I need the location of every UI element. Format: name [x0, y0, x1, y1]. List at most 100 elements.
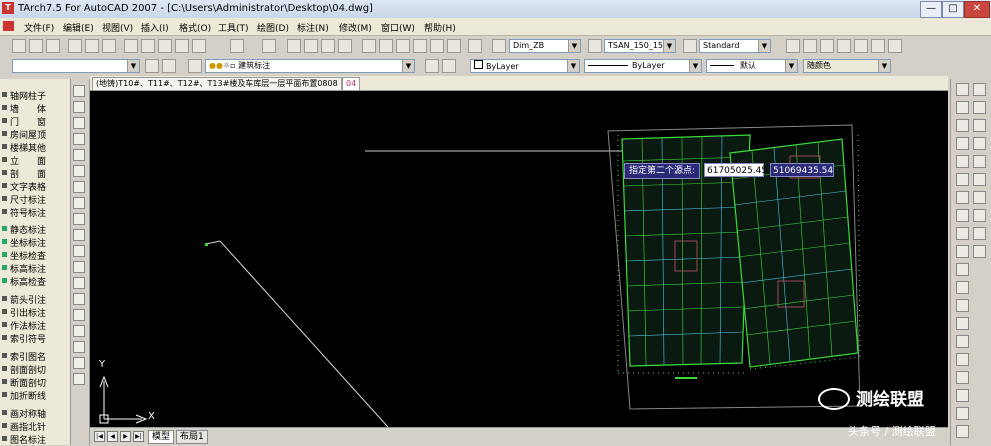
quick-dim-icon[interactable] — [973, 209, 986, 222]
panel-item-arrow-leader[interactable]: 箭头引注 — [0, 293, 70, 306]
dim-baseline-icon[interactable] — [973, 227, 986, 240]
zoom-window-icon[interactable] — [321, 39, 335, 53]
copy-icon[interactable] — [141, 39, 155, 53]
tab-04[interactable]: 04 — [342, 77, 361, 90]
panel-item-coordinate-label[interactable]: 坐标标注 — [0, 236, 70, 249]
multiline-text-icon[interactable] — [73, 373, 85, 385]
panel-item-elevation-label[interactable]: 标高标注 — [0, 262, 70, 275]
menu-format[interactable]: 格式(O) — [179, 21, 211, 34]
polygon-icon[interactable] — [73, 133, 85, 145]
tab-layout1[interactable]: 布局1 — [176, 430, 208, 444]
dim-style-select[interactable]: Dim_ZB ▼ — [509, 39, 581, 53]
panel-item-north-arrow[interactable]: 画指北针 — [0, 420, 70, 433]
dim-angular-icon[interactable] — [973, 191, 986, 204]
close-button[interactable]: ✕ — [964, 1, 990, 18]
minimize-button[interactable]: — — [920, 1, 942, 18]
panel-item-wall[interactable]: 墙 体 — [0, 102, 70, 115]
drawing-canvas[interactable]: Y X 指定第二个源点: 61705025.45 51069435.54 — [90, 91, 948, 427]
sheet-set-icon[interactable] — [413, 39, 427, 53]
tool-palette-icon[interactable] — [396, 39, 410, 53]
new-icon[interactable] — [12, 39, 26, 53]
text-style-select[interactable]: TSAN_150_150 ▼ — [604, 39, 676, 53]
panel-item-index-symbol[interactable]: 索引符号 — [0, 332, 70, 345]
linetype-select[interactable]: ByLayer ▼ — [584, 59, 702, 73]
next-layout-button[interactable]: ▶ — [120, 431, 131, 442]
table-icon[interactable] — [73, 357, 85, 369]
dim-radius-icon[interactable] — [973, 155, 986, 168]
mirror-icon[interactable] — [956, 119, 969, 132]
panel-item-text-table[interactable]: 文字表格 — [0, 180, 70, 193]
break-icon[interactable] — [956, 281, 969, 294]
calculator-icon[interactable] — [447, 39, 461, 53]
spline-icon[interactable] — [73, 213, 85, 225]
panel-item-elevation-check[interactable]: 标高检查 — [0, 275, 70, 288]
tab-model[interactable]: 模型 — [148, 430, 175, 444]
panel-item-axis[interactable]: 轴网柱子 — [0, 89, 70, 102]
text-style-icon[interactable] — [492, 39, 506, 53]
dim-ordinate-icon[interactable] — [973, 137, 986, 150]
panel-item-door[interactable]: 门 窗 — [0, 115, 70, 128]
paste-icon[interactable] — [158, 39, 172, 53]
menu-view[interactable]: 视图(V) — [102, 21, 133, 34]
menu-modify[interactable]: 修改(M) — [339, 21, 372, 34]
panel-item-coordinate-check[interactable]: 坐标检查 — [0, 249, 70, 262]
revision-cloud-icon[interactable] — [73, 197, 85, 209]
panel-item-dimension[interactable]: 尺寸标注 — [0, 193, 70, 206]
brush-icon[interactable] — [192, 39, 206, 53]
construction-line-icon[interactable] — [73, 101, 85, 113]
arc-icon[interactable] — [73, 165, 85, 177]
array-icon[interactable] — [956, 155, 969, 168]
table-style-select[interactable]: Standard ▼ — [699, 39, 771, 53]
make-block-icon[interactable] — [73, 277, 85, 289]
properties-icon[interactable] — [362, 39, 376, 53]
panel-item-elevation[interactable]: 立 面 — [0, 154, 70, 167]
workspace-select[interactable]: ▼ — [12, 59, 140, 73]
menu-tools[interactable]: 工具(T) — [218, 21, 249, 34]
markup-icon[interactable] — [430, 39, 444, 53]
grid-icon[interactable] — [145, 59, 159, 73]
layer-copy-icon[interactable] — [837, 39, 851, 53]
panel-item-section[interactable]: 剖 面 — [0, 167, 70, 180]
rotate-icon[interactable] — [956, 191, 969, 204]
dim-style-icon[interactable] — [588, 39, 602, 53]
panel-item-break-line[interactable]: 加折断线 — [0, 389, 70, 402]
previous-layout-button[interactable]: ◀ — [107, 431, 118, 442]
coordinate-x-input[interactable]: 61705025.45 — [704, 163, 767, 177]
layer-freeze-icon[interactable] — [803, 39, 817, 53]
copy-object-icon[interactable] — [956, 101, 969, 114]
make-current-icon[interactable] — [425, 59, 439, 73]
panel-item-method-label[interactable]: 作法标注 — [0, 319, 70, 332]
dim-continue-icon[interactable] — [973, 245, 986, 258]
polyline-icon[interactable] — [73, 117, 85, 129]
line-icon[interactable] — [73, 85, 85, 97]
match-properties-icon[interactable] — [175, 39, 189, 53]
coordinate-y-input[interactable]: 51069435.54 — [770, 163, 834, 177]
first-layout-button[interactable]: |◀ — [94, 431, 105, 442]
redo-icon[interactable] — [262, 39, 276, 53]
point-icon[interactable] — [73, 293, 85, 305]
panel-item-section-cut[interactable]: 剖面剖切 — [0, 363, 70, 376]
circle-icon[interactable] — [73, 181, 85, 193]
rectangle-icon[interactable] — [73, 149, 85, 161]
panel-item-symmetry-axis[interactable]: 画对称轴 — [0, 407, 70, 420]
gradient-icon[interactable] — [73, 325, 85, 337]
panel-item-stairs[interactable]: 楼梯其他 — [0, 141, 70, 154]
erase-icon[interactable] — [956, 83, 969, 96]
dimension-icon[interactable] — [956, 371, 969, 384]
publish-icon[interactable] — [102, 39, 116, 53]
layer-previous-icon[interactable] — [442, 59, 456, 73]
offset-icon[interactable] — [956, 137, 969, 150]
preview-icon[interactable] — [85, 39, 99, 53]
panel-item-drawing-title[interactable]: 图名标注 — [0, 433, 70, 446]
help-icon[interactable] — [468, 39, 482, 53]
layer-lock-icon[interactable] — [820, 39, 834, 53]
extend-icon[interactable] — [956, 263, 969, 276]
panel-item-lead-label[interactable]: 引出标注 — [0, 306, 70, 319]
plot-style-select[interactable]: 随颜色 ▼ — [803, 59, 891, 73]
zoom-realtime-icon[interactable] — [304, 39, 318, 53]
menu-file[interactable]: 文件(F) — [24, 21, 54, 34]
tab-drawing-floorplan[interactable]: (地铸)T10#、T11#、T12#、T13#楼及车库层一层平面布置0808 — [92, 77, 342, 90]
insert-block-icon[interactable] — [73, 261, 85, 273]
color-select[interactable]: ByLayer ▼ — [470, 59, 580, 73]
menu-help[interactable]: 帮助(H) — [424, 21, 456, 34]
